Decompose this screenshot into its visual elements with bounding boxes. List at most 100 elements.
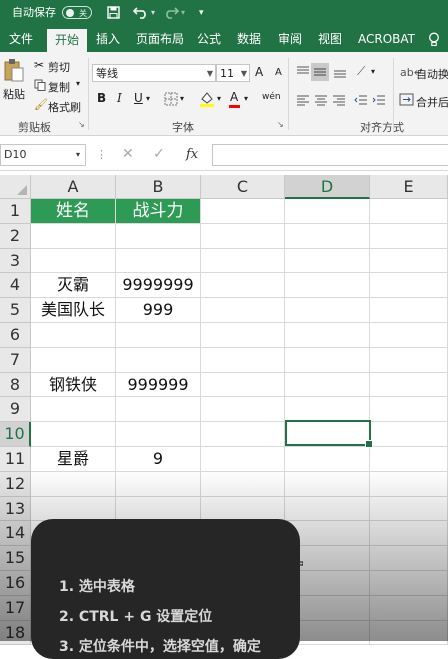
insert-function-button[interactable]: fx [186,147,198,162]
cell-c1[interactable] [201,199,285,224]
row-header-13[interactable]: 13 [0,496,31,522]
cell-b9[interactable] [116,397,201,423]
tab-acrobat[interactable]: ACROBAT [358,26,415,52]
tab-review[interactable]: 审阅 [278,26,302,52]
fill-color-dropdown-icon[interactable]: ▾ [217,94,221,103]
cell-e4[interactable] [370,273,448,299]
row-header-1[interactable]: 1 [0,199,31,224]
cell-a9[interactable] [31,397,116,423]
row-header-8[interactable]: 8 [0,372,31,398]
format-painter-icon[interactable]: 🖌 [34,98,48,111]
autosave-toggle[interactable]: 关 [62,6,92,19]
cell-d12[interactable] [285,471,370,497]
cell-c9[interactable] [201,397,285,423]
cell-a3[interactable] [31,248,116,274]
cell-b3[interactable] [116,248,201,274]
cell-a13[interactable] [31,496,116,522]
paste-icon[interactable] [4,58,24,82]
scissors-icon[interactable]: ✂ [34,58,44,72]
row-header-14[interactable]: 14 [0,521,31,547]
cell-c4[interactable] [201,273,285,299]
clipboard-launcher-icon[interactable]: ↘ [78,120,85,129]
name-box-dropdown-icon[interactable]: ▾ [76,150,80,159]
cell-e1[interactable] [370,199,448,224]
column-header-a[interactable]: A [31,175,116,199]
cell-c7[interactable] [201,347,285,373]
cell-c2[interactable] [201,223,285,249]
cell-e12[interactable] [370,471,448,497]
increase-indent-icon[interactable] [372,94,386,106]
cell-d8[interactable] [285,372,370,398]
cell-a1[interactable]: 姓名 [31,199,116,224]
grow-font-button[interactable]: A [255,65,263,79]
cell-e5[interactable] [370,298,448,323]
cell-d5[interactable] [285,298,370,323]
undo-dropdown-icon[interactable]: ▾ [151,0,155,26]
cell-b12[interactable] [116,471,201,497]
phonetic-button[interactable]: wén [262,92,281,102]
font-color-dropdown-icon[interactable]: ▾ [244,94,248,103]
cell-a4[interactable]: 灭霸 [31,273,116,299]
tab-view[interactable]: 视图 [318,26,342,52]
font-name-select[interactable]: 等线 ▼ [92,64,216,82]
column-header-b[interactable]: B [116,175,201,199]
fill-color-icon[interactable] [199,90,215,108]
row-header-4[interactable]: 4 [0,273,31,299]
save-icon[interactable] [107,6,120,20]
tab-insert[interactable]: 插入 [96,26,120,52]
row-header-18[interactable]: 18 [0,620,31,646]
orientation-icon[interactable]: ⟋ [357,64,365,79]
column-header-c[interactable]: C [201,175,285,199]
row-header-17[interactable]: 17 [0,595,31,621]
tab-formulas[interactable]: 公式 [197,26,221,52]
cell-b13[interactable] [116,496,201,522]
select-all-corner[interactable] [0,175,31,199]
column-header-d[interactable]: D [285,175,370,199]
cell-c5[interactable] [201,298,285,323]
fill-handle[interactable] [365,440,373,448]
cell-b6[interactable] [116,323,201,348]
cell-e11[interactable] [370,447,448,472]
cell-d7[interactable] [285,347,370,373]
cell-c10[interactable] [201,422,285,447]
row-header-9[interactable]: 9 [0,397,31,423]
cell-e7[interactable] [370,347,448,373]
cell-e6[interactable] [370,323,448,348]
cell-a5[interactable]: 美国队长 [31,298,116,323]
cell-d9[interactable] [285,397,370,423]
row-header-15[interactable]: 15 [0,546,31,571]
cell-b2[interactable] [116,223,201,249]
row-header-10[interactable]: 10 [0,422,31,447]
customize-toolbar-icon[interactable]: ▾ [199,0,204,26]
cut-button[interactable]: 剪切 [48,59,70,75]
cell-c12[interactable] [201,471,285,497]
cell-e14[interactable] [370,521,448,547]
cell-b11[interactable]: 9 [116,447,201,472]
cell-e15[interactable] [370,546,448,571]
paste-button[interactable]: 粘贴 [3,86,25,102]
cell-c6[interactable] [201,323,285,348]
cell-d4[interactable] [285,273,370,299]
cell-c13[interactable] [201,496,285,522]
cell-d11[interactable] [285,447,370,472]
cell-e18[interactable] [370,620,448,646]
cell-e17[interactable] [370,595,448,621]
lightbulb-icon[interactable] [428,32,440,48]
undo-icon[interactable] [133,5,149,21]
row-header-11[interactable]: 11 [0,447,31,472]
cell-a2[interactable] [31,223,116,249]
redo-dropdown-icon[interactable]: ▾ [181,0,185,26]
cell-b10[interactable] [116,422,201,447]
merge-center-button[interactable]: 合并后 [416,94,448,110]
cell-d3[interactable] [285,248,370,274]
cell-a6[interactable] [31,323,116,348]
cell-d6[interactable] [285,323,370,348]
italic-button[interactable]: I [117,91,122,105]
orientation-dropdown-icon[interactable]: ▾ [371,67,375,76]
font-color-button[interactable]: A [230,90,238,104]
row-header-12[interactable]: 12 [0,471,31,497]
cancel-icon[interactable]: ✕ [122,146,134,162]
bold-button[interactable]: B [97,91,106,105]
format-painter-button[interactable]: 格式刷 [48,99,81,115]
align-top-icon[interactable] [296,66,310,78]
